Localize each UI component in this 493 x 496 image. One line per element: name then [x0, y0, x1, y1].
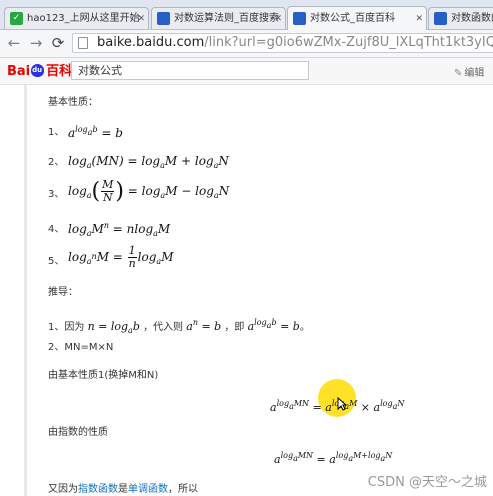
baidu-paw-favicon-icon: 🐾 [293, 12, 306, 25]
hao123-favicon-icon: ✓ [10, 12, 23, 25]
close-tab-icon[interactable]: ✕ [274, 8, 282, 29]
link-exponential-function[interactable]: 指数函数 [78, 484, 118, 495]
formula-derivation-2: alogaMN = alogaM+logaN [274, 451, 393, 466]
tab-baidu-search[interactable]: 🐾 对数运算法则_百度搜索 ✕ [151, 7, 286, 29]
baidu-paw-favicon-icon: 🐾 [434, 12, 447, 25]
baike-header: Bai百科 对数公式 ✎编辑 [0, 58, 493, 85]
from-exponent-property-text: 由指数的性质 [48, 427, 108, 438]
pencil-icon: ✎ [454, 68, 463, 79]
close-tab-icon[interactable]: ✕ [137, 8, 145, 29]
tab-label: 对数运算法则_百度搜索 [174, 13, 279, 24]
address-bar[interactable]: baike.baidu.com/link?url=g0io6wZMx-Zujf8… [72, 33, 493, 53]
csdn-watermark: CSDN @天空～之城 [367, 475, 487, 490]
tab-log-function[interactable]: 🐾 对数函数的运 [428, 7, 493, 29]
derivation-line-1: 1、因为 n = logab ，代入则 an = b ，即 alogab = b… [48, 318, 310, 335]
derivation-line-2: 2、MN=M×N [48, 342, 114, 353]
reload-icon[interactable]: ⟳ [49, 34, 67, 52]
url-text: baike.baidu.com/link?url=g0io6wZMx-Zujf8… [97, 35, 493, 50]
left-divider [24, 85, 27, 496]
search-input[interactable]: 对数公式 [71, 61, 309, 80]
formula-3: loga(M N) = logaM − logaN [68, 178, 230, 205]
tab-label: 对数函数的运 [451, 13, 493, 24]
page-icon [78, 37, 88, 49]
back-arrow-icon[interactable]: ← [5, 34, 23, 52]
tab-label: hao123_上网从这里开始 [27, 13, 140, 24]
item-number: 3、 [48, 189, 65, 200]
mouse-pointer-icon [337, 397, 347, 411]
edit-button[interactable]: ✎ 编辑 [454, 64, 484, 79]
item-number: 4、 [48, 224, 65, 235]
browser-toolbar: ← → ⟳ baike.baidu.com/link?url=g0io6wZMx… [0, 30, 493, 58]
tab-label: 对数公式_百度百科 [310, 13, 395, 24]
forward-arrow-icon[interactable]: → [27, 34, 45, 52]
item-number: 2、 [48, 157, 65, 168]
monotonic-text: 又因为指数函数是单调函数，所以 [48, 484, 198, 495]
baidu-baike-logo[interactable]: Bai百科 [7, 63, 72, 81]
close-tab-icon[interactable]: ✕ [415, 7, 423, 30]
article-content: 基本性质： 1、 alogab = b 2、 loga(MN) = logaM … [0, 85, 493, 496]
item-number: 1、 [48, 127, 65, 138]
baidu-paw-icon [31, 64, 45, 77]
formula-1: alogab = b [68, 125, 123, 140]
tab-strip: ✓ hao123_上网从这里开始 ✕ 🐾 对数运算法则_百度搜索 ✕ 🐾 对数公… [0, 0, 493, 30]
formula-4: logaMn = nlogaM [68, 221, 171, 238]
from-basic-property-text: 由基本性质1(换掉M和N) [48, 370, 159, 381]
tab-baike-active[interactable]: 🐾 对数公式_百度百科 ✕ [287, 6, 427, 30]
section-title-derivation: 推导： [48, 287, 78, 298]
section-title-basic: 基本性质： [48, 97, 98, 108]
formula-5: loganM = 1 n logaM [68, 244, 174, 270]
tab-hao123[interactable]: ✓ hao123_上网从这里开始 ✕ [4, 7, 149, 29]
formula-2: loga(MN) = logaM + logaN [68, 154, 229, 170]
baidu-paw-favicon-icon: 🐾 [157, 12, 170, 25]
link-monotonic-function[interactable]: 单调函数 [128, 484, 168, 495]
item-number: 5、 [48, 256, 65, 267]
